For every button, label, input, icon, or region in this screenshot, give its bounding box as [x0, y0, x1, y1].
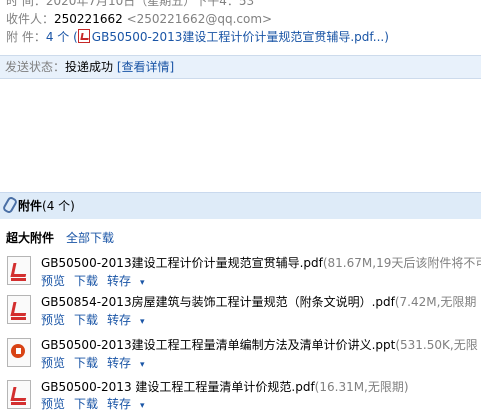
- recipient-label: 收件人：: [6, 12, 55, 26]
- download-all-link[interactable]: 全部下载: [66, 231, 114, 245]
- chevron-down-icon: ▾: [140, 360, 145, 370]
- attachment-filename[interactable]: GB50854-2013房屋建筑与装饰工程计量规范（附条文说明）.pdf: [41, 295, 395, 309]
- attachment-name-row: GB50500-2013建设工程工程量清单编制方法及清单计价讲义.ppt(531…: [41, 337, 481, 353]
- pdf-file-icon[interactable]: [7, 295, 31, 324]
- save-to-button[interactable]: 转存 ▾: [107, 274, 154, 288]
- attachments-title: 附件: [18, 199, 43, 213]
- save-to-label: 转存: [107, 397, 132, 411]
- save-to-button[interactable]: 转存 ▾: [107, 313, 154, 327]
- attachment-label: 附 件：: [6, 30, 46, 44]
- pdf-icon: [77, 29, 90, 43]
- attachment-actions: 预览 下载 转存 ▾: [41, 396, 163, 412]
- time-label: 时 间：: [6, 0, 46, 8]
- download-button[interactable]: 下载: [74, 313, 98, 327]
- attachment-filename[interactable]: GB50500-2013建设工程计价计量规范宣贯辅导.pdf: [41, 256, 323, 270]
- attachment-meta: (7.42M,无限期: [394, 295, 477, 309]
- attachments-count: (4 个): [42, 199, 75, 213]
- download-button[interactable]: 下载: [74, 397, 98, 411]
- attachments-header: 附件(4 个): [0, 192, 481, 219]
- mail-header: 时 间：2020年7月10日（星期五）下午4：53 收件人：250221662 …: [0, 0, 481, 52]
- attachment-actions: 预览 下载 转存 ▾: [41, 312, 163, 328]
- recipient-row: 收件人：250221662 <250221662@qq.com>: [6, 11, 272, 27]
- time-value: 2020年7月10日（星期五）下午4：53: [45, 0, 255, 8]
- attachment-count: 4 个 (: [45, 30, 78, 44]
- attachment-item: GB50500-2013建设工程工程量清单编制方法及清单计价讲义.ppt(531…: [0, 334, 481, 374]
- preview-button[interactable]: 预览: [41, 356, 65, 370]
- pdf-file-icon[interactable]: [7, 380, 31, 409]
- attachment-meta: (81.67M,19天后该附件将不可: [322, 256, 481, 270]
- attachment-meta: (531.50K,无限: [395, 338, 478, 352]
- attachment-actions: 预览 下载 转存 ▾: [41, 355, 163, 371]
- preview-button[interactable]: 预览: [41, 397, 65, 411]
- attachment-item: GB50500-2013建设工程计价计量规范宣贯辅导.pdf(81.67M,19…: [0, 252, 481, 292]
- super-attachments-row: 超大附件 全部下载: [6, 230, 114, 246]
- view-details-link[interactable]: [查看详情]: [117, 60, 174, 74]
- ppt-file-icon[interactable]: [7, 338, 31, 367]
- recipient-email: <250221662@qq.com>: [126, 12, 273, 26]
- pdf-file-icon[interactable]: [7, 256, 31, 285]
- attachment-item: GB50854-2013房屋建筑与装饰工程计量规范（附条文说明）.pdf(7.4…: [0, 291, 481, 331]
- send-status-value: 投递成功: [65, 60, 114, 74]
- attachment-filename[interactable]: GB50500-2013 建设工程工程量清单计价规范.pdf: [41, 380, 315, 394]
- paperclip-icon: [1, 195, 19, 215]
- save-to-button[interactable]: 转存 ▾: [107, 397, 154, 411]
- save-to-label: 转存: [107, 274, 132, 288]
- save-to-label: 转存: [107, 356, 132, 370]
- send-status-label: 发送状态：: [5, 60, 66, 74]
- attachment-name-row: GB50500-2013 建设工程工程量清单计价规范.pdf(16.31M,无限…: [41, 379, 481, 395]
- attachment-summary-row: 附 件：4 个 ( GB50500-2013建设工程计价计量规范宣贯辅导.pdf.…: [6, 29, 389, 45]
- preview-button[interactable]: 预览: [41, 313, 65, 327]
- save-to-label: 转存: [107, 313, 132, 327]
- attachment-filename[interactable]: GB50500-2013建设工程工程量清单编制方法及清单计价讲义.ppt: [41, 338, 395, 352]
- chevron-down-icon: ▾: [140, 401, 145, 411]
- save-to-button[interactable]: 转存 ▾: [107, 356, 154, 370]
- chevron-down-icon: ▾: [140, 317, 145, 327]
- attachment-name-row: GB50500-2013建设工程计价计量规范宣贯辅导.pdf(81.67M,19…: [41, 255, 481, 271]
- chevron-down-icon: ▾: [140, 278, 145, 288]
- attachment-meta: (16.31M,无限期): [314, 380, 409, 394]
- attachment-name-row: GB50854-2013房屋建筑与装饰工程计量规范（附条文说明）.pdf(7.4…: [41, 294, 481, 310]
- preview-button[interactable]: 预览: [41, 274, 65, 288]
- attachment-item: GB50500-2013 建设工程工程量清单计价规范.pdf(16.31M,无限…: [0, 376, 481, 416]
- attachment-close-paren: ): [384, 30, 389, 44]
- send-status-bar: 发送状态：投递成功 [查看详情]: [0, 55, 481, 79]
- attachment-preview-link[interactable]: GB50500-2013建设工程计价计量规范宣贯辅导.pdf...: [92, 30, 384, 44]
- attachment-actions: 预览 下载 转存 ▾: [41, 273, 163, 289]
- download-button[interactable]: 下载: [74, 356, 98, 370]
- time-row: 时 间：2020年7月10日（星期五）下午4：53: [6, 0, 254, 9]
- recipient-name[interactable]: 250221662: [54, 12, 123, 26]
- super-attachments-title: 超大附件: [6, 231, 55, 245]
- download-button[interactable]: 下载: [74, 274, 98, 288]
